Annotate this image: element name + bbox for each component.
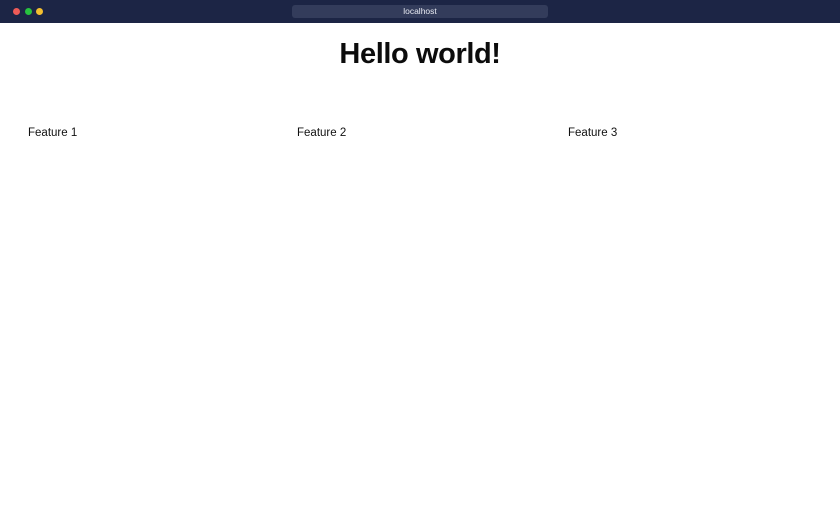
browser-titlebar: localhost — [0, 0, 840, 23]
feature-label-2: Feature 2 — [297, 127, 347, 139]
minimize-window-button[interactable] — [25, 8, 32, 15]
page-heading: Hello world! — [339, 38, 501, 70]
maximize-window-button[interactable] — [36, 8, 43, 15]
feature-label-1: Feature 1 — [28, 127, 78, 139]
browser-window: localhost Hello world! Feature 1 Feature… — [0, 0, 840, 513]
address-bar[interactable]: localhost — [292, 5, 548, 18]
page-content: Hello world! Feature 1 Feature 2 Feature… — [0, 23, 840, 513]
feature-label-3: Feature 3 — [568, 127, 618, 139]
close-window-button[interactable] — [13, 8, 20, 15]
